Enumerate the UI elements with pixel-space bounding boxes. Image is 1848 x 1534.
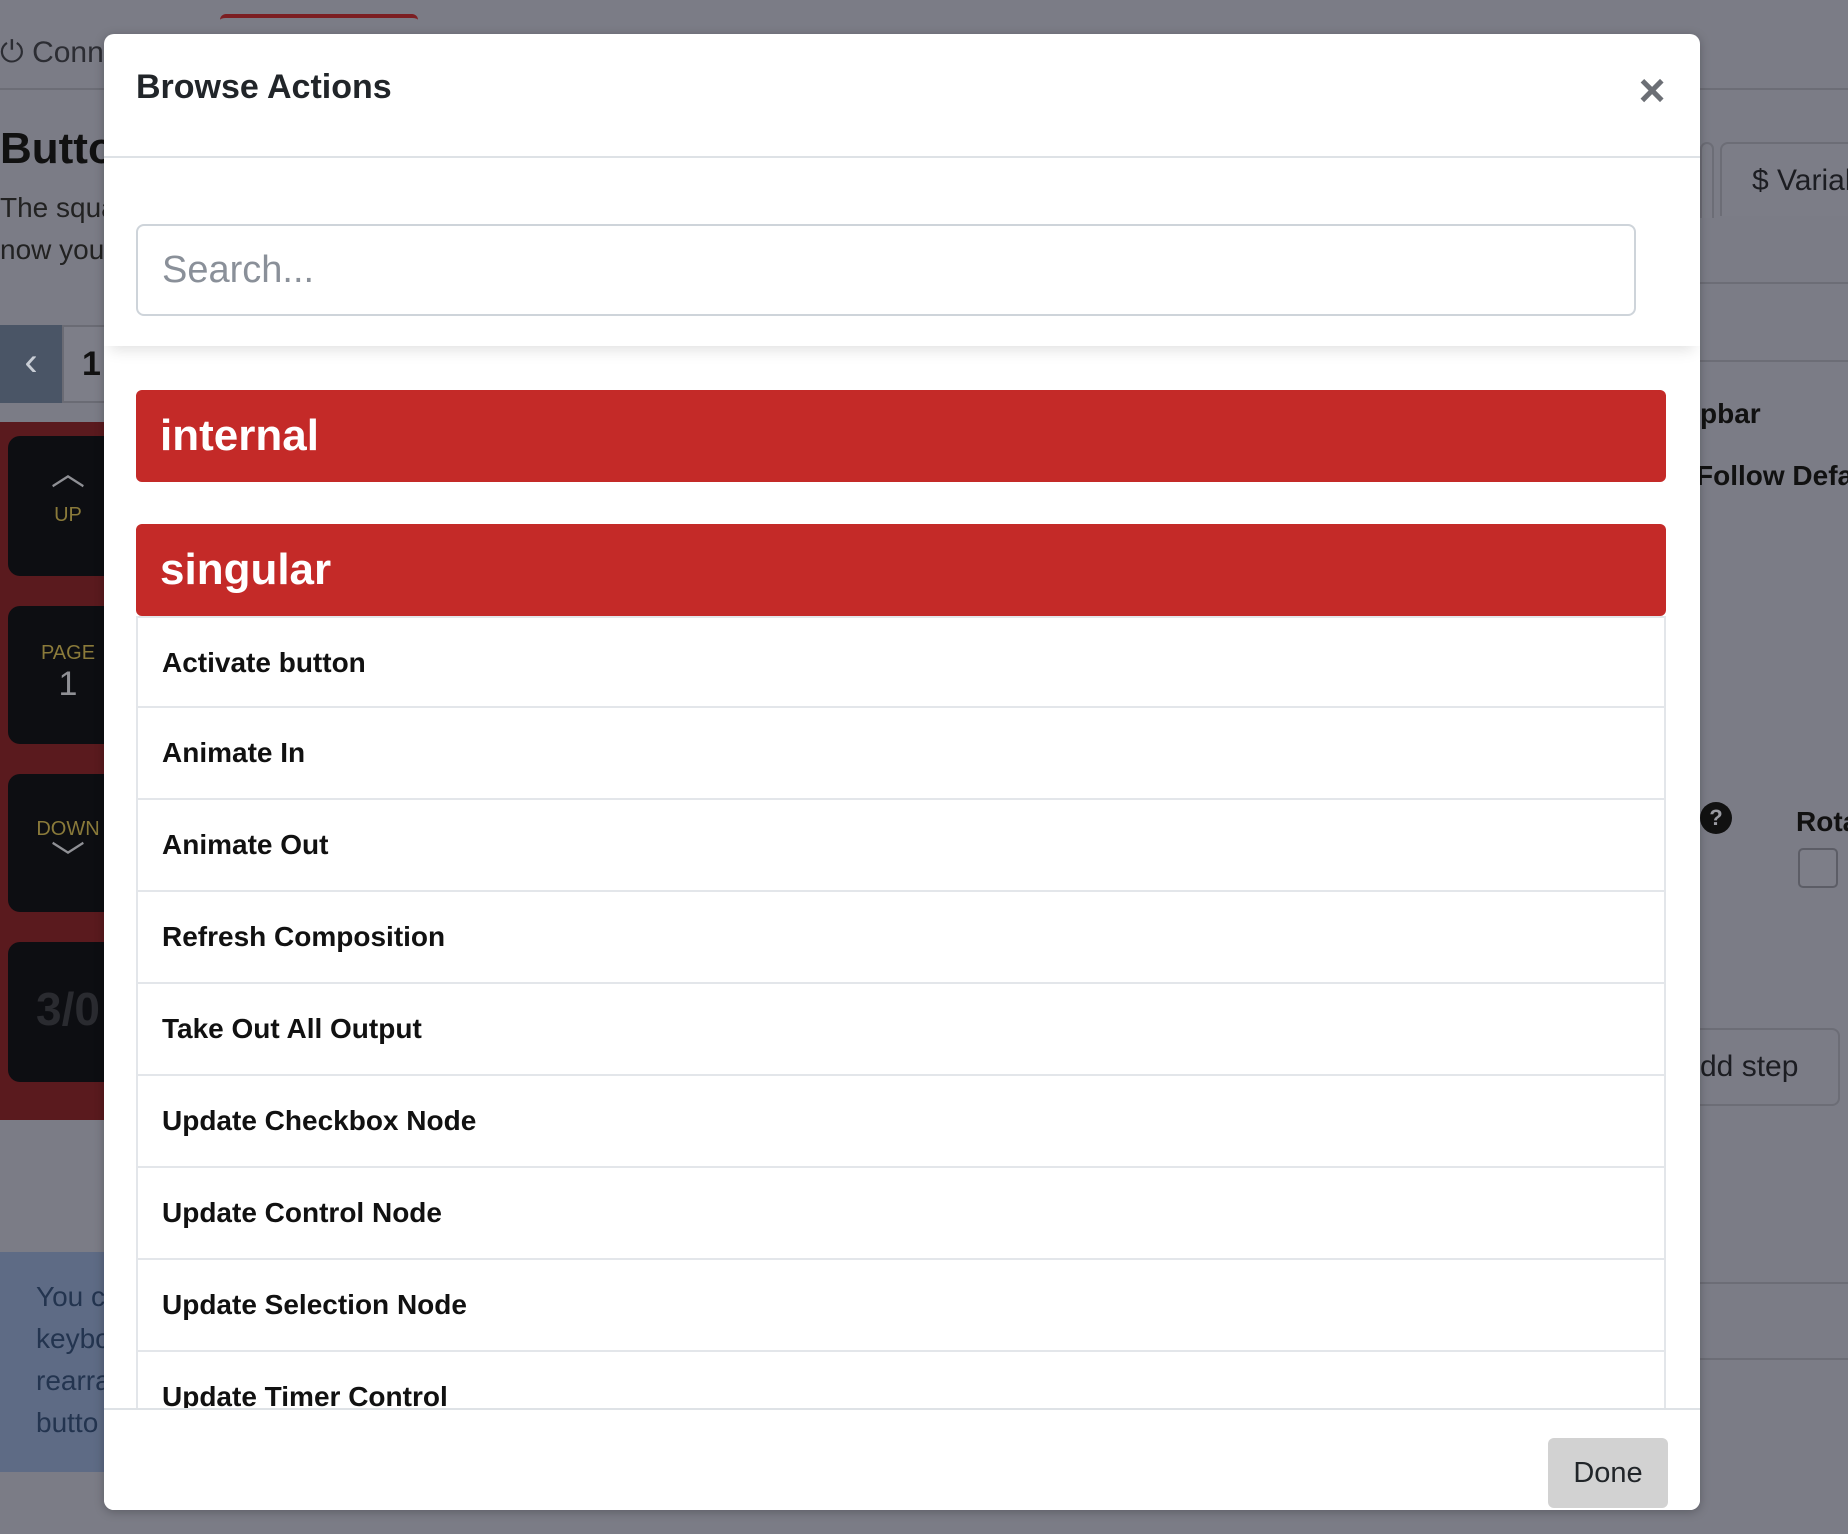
action-activate-button[interactable]: Activate button xyxy=(136,616,1666,708)
search-input[interactable] xyxy=(136,224,1636,316)
page-description-line1: The squa xyxy=(0,192,117,223)
right-divider-2 xyxy=(1700,360,1848,362)
action-refresh-composition[interactable]: Refresh Composition xyxy=(136,892,1666,984)
action-animate-in[interactable]: Animate In xyxy=(136,708,1666,800)
add-step-button: dd step xyxy=(1700,1028,1840,1106)
modal-title: Browse Actions xyxy=(136,68,392,106)
chevron-left-icon: ‹ xyxy=(24,340,38,384)
right-tab-1 xyxy=(1700,142,1714,218)
plug-icon: ⏻ xyxy=(0,36,24,69)
modal-header: Browse Actions × xyxy=(104,34,1700,158)
right-divider-4 xyxy=(1700,1358,1848,1360)
connections-tab: ⏻ Conne xyxy=(0,36,120,70)
action-update-control-node[interactable]: Update Control Node xyxy=(136,1168,1666,1260)
action-take-out-all-output[interactable]: Take Out All Output xyxy=(136,984,1666,1076)
action-list: Activate button Animate In Animate Out R… xyxy=(136,616,1666,1408)
actions-list-body[interactable]: internal singular Activate button Animat… xyxy=(104,346,1700,1408)
rotation-checkbox xyxy=(1798,848,1838,888)
group-header-internal[interactable]: internal xyxy=(136,390,1666,482)
right-label-rotation: Rota xyxy=(1796,806,1848,837)
close-button[interactable]: × xyxy=(1632,67,1672,113)
help-icon: ? xyxy=(1700,802,1732,834)
right-divider-1 xyxy=(1700,282,1848,284)
modal-footer: Done xyxy=(104,1408,1700,1510)
done-button[interactable]: Done xyxy=(1548,1438,1668,1508)
info-alert: You c keybo rearra butto xyxy=(0,1252,110,1472)
page-title: Butto xyxy=(0,124,115,173)
browse-actions-modal: Browse Actions × internal singular Activ… xyxy=(104,34,1700,1510)
search-section xyxy=(104,158,1700,346)
action-update-checkbox-node[interactable]: Update Checkbox Node xyxy=(136,1076,1666,1168)
right-tab-variables: $ Varial xyxy=(1720,142,1848,216)
page-description-line2: now you xyxy=(0,234,105,265)
close-icon: × xyxy=(1638,64,1666,116)
right-label-follow-default: Follow Defa xyxy=(1696,460,1848,491)
group-header-singular[interactable]: singular xyxy=(136,524,1666,616)
active-tab-indicator xyxy=(220,14,418,30)
action-update-selection-node[interactable]: Update Selection Node xyxy=(136,1260,1666,1352)
right-label-topbar: pbar xyxy=(1700,398,1761,429)
action-update-timer-control[interactable]: Update Timer Control xyxy=(136,1352,1666,1408)
pager-prev-button: ‹ xyxy=(0,325,62,403)
action-animate-out[interactable]: Animate Out xyxy=(136,800,1666,892)
right-divider-3 xyxy=(1700,1282,1848,1284)
